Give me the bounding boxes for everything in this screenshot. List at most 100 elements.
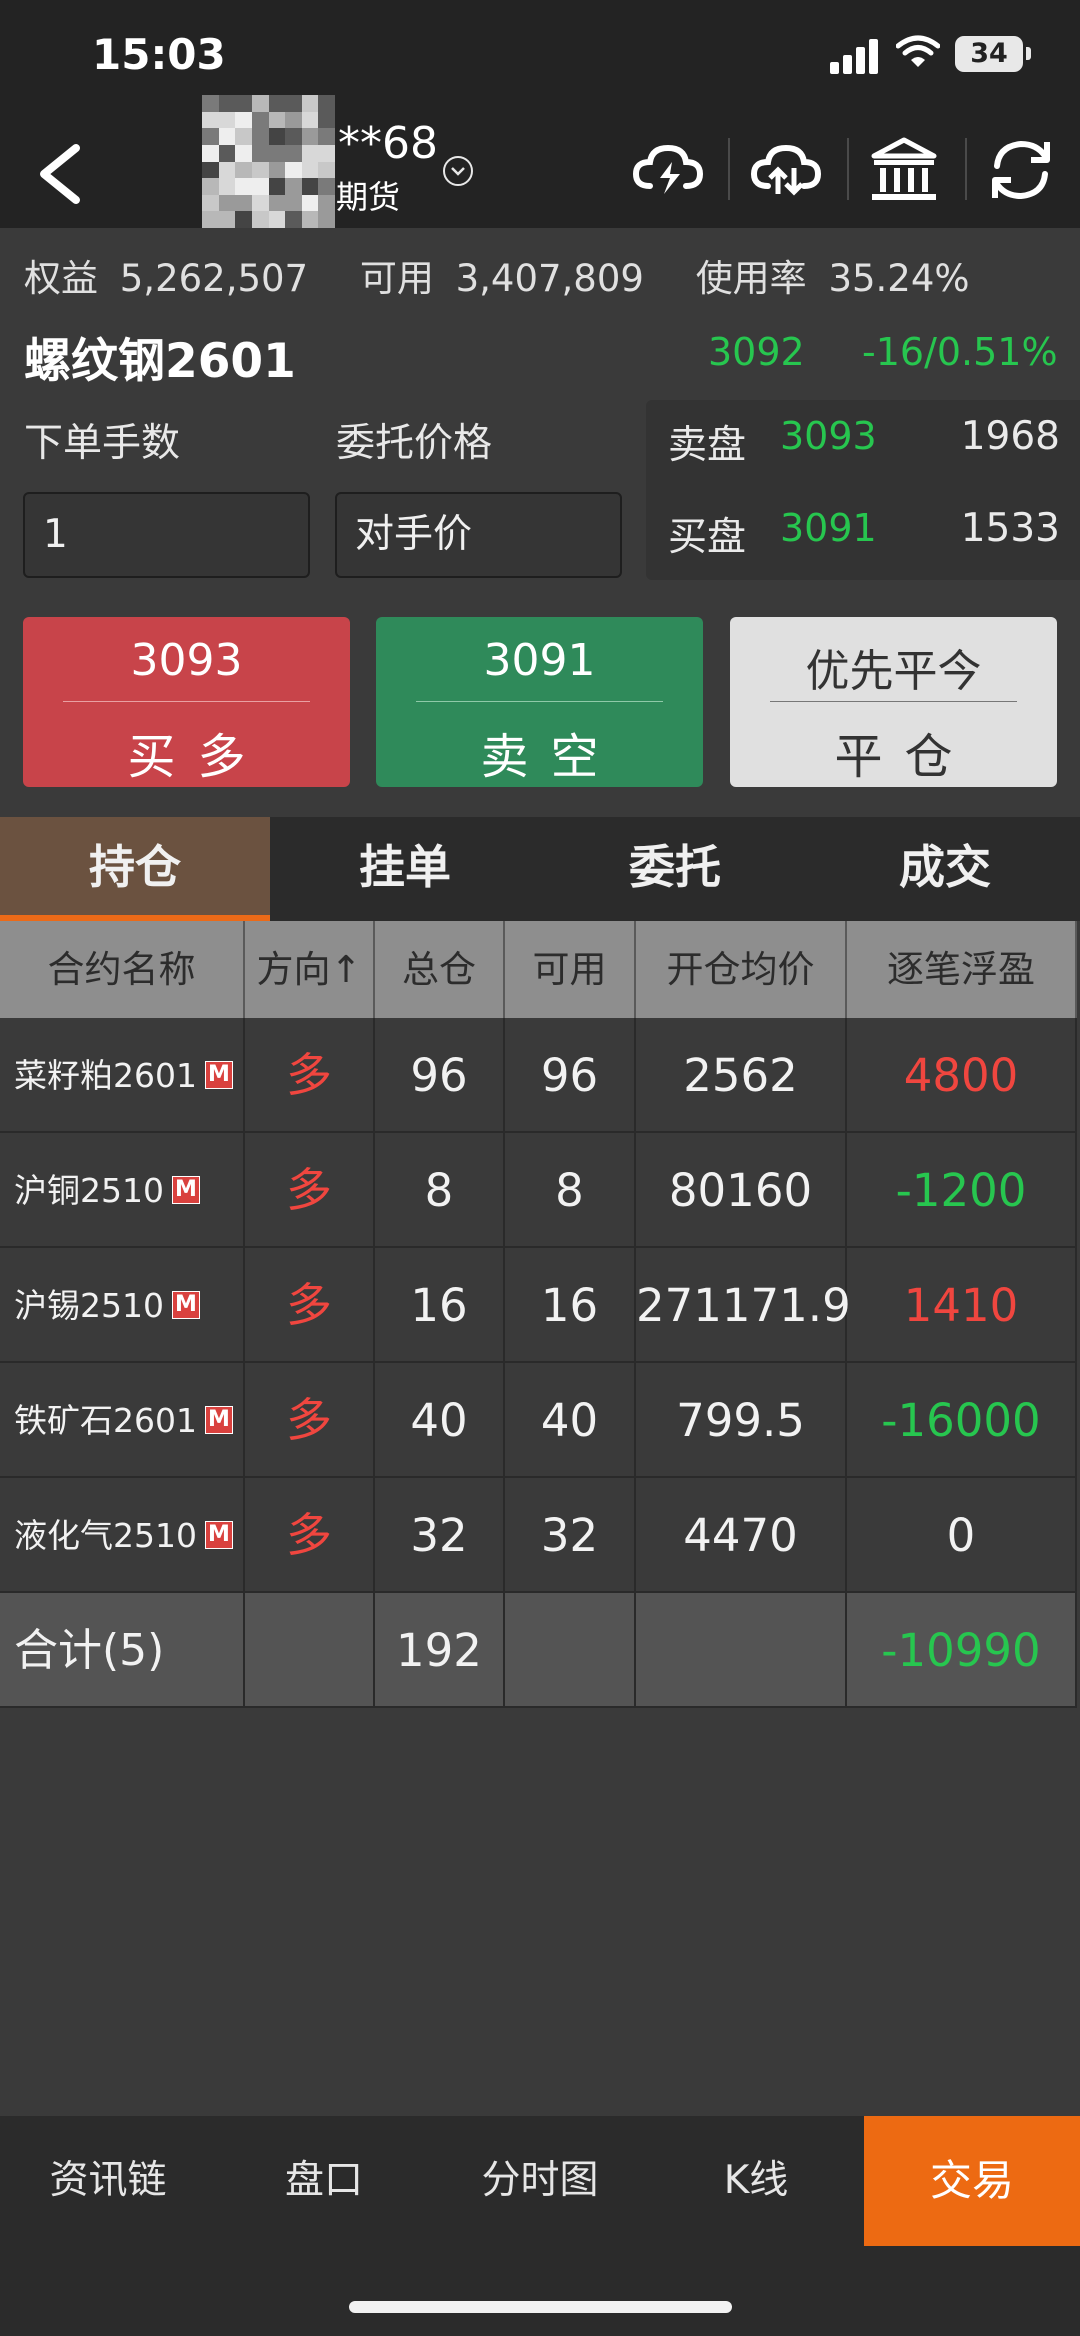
contract-name[interactable]: 螺纹钢2601 [24, 322, 296, 391]
back-arrow-icon[interactable] [34, 142, 84, 206]
available-label: 可用 [359, 257, 434, 300]
cloud-lightning-icon[interactable] [630, 132, 706, 208]
sell-price: 3091 [483, 635, 596, 686]
total-quantity: 192 [375, 1593, 505, 1708]
avg-price-cell: 80160 [636, 1133, 847, 1248]
avg-price-cell-value: 271171.9 [636, 1279, 851, 1332]
sell-short-button[interactable]: 3091 卖空 [376, 617, 703, 787]
qty-input[interactable]: 1 [23, 492, 310, 578]
bid-label: 买盘 [668, 515, 747, 560]
bid-price[interactable]: 3091 [780, 506, 877, 550]
price-change: -16/0.51% [862, 330, 1058, 374]
available-cell-value: 16 [540, 1279, 599, 1332]
pnl-cell-value: -1200 [895, 1164, 1027, 1217]
direction-cell-value: 多 [286, 1393, 332, 1447]
header-avg-price: 开仓均价 [636, 921, 847, 1018]
available-value: 3,407,809 [455, 257, 644, 300]
available-cell: 16 [505, 1248, 636, 1363]
tab-orders[interactable]: 委托 [540, 817, 810, 921]
nav-quote[interactable]: 盘口 [216, 2116, 432, 2246]
tab-positions[interactable]: 持仓 [0, 817, 270, 921]
avg-price-cell-value: 4470 [683, 1509, 798, 1562]
header-direction[interactable]: 方向↑ [245, 921, 375, 1018]
direction-cell: 多 [245, 1248, 375, 1363]
table-row[interactable]: 菜籽粕2601 M 多 96 96 2562 4800 [0, 1018, 1080, 1133]
avatar[interactable] [202, 95, 335, 228]
cellular-signal-icon [830, 38, 880, 74]
ask-label: 卖盘 [668, 423, 747, 468]
equity-label: 权益 [24, 257, 98, 300]
chevron-down-icon[interactable] [443, 156, 473, 186]
pnl-cell: -1200 [847, 1133, 1077, 1248]
tab-trades[interactable]: 成交 [810, 817, 1080, 921]
total-cell: 40 [375, 1363, 505, 1478]
direction-cell-value: 多 [286, 1048, 332, 1102]
avg-price-cell-value: 799.5 [676, 1394, 805, 1447]
nav-trade[interactable]: 交易 [864, 2116, 1080, 2246]
account-summary: 权益 5,262,507 可用 3,407,809 使用率 35.24% [24, 248, 970, 302]
nav-news[interactable]: 资讯链 [0, 2116, 216, 2246]
usage-value: 35.24% [828, 257, 970, 300]
status-time: 15:03 [92, 30, 226, 79]
direction-cell-value: 多 [286, 1163, 332, 1217]
table-row[interactable]: 液化气2510 M 多 32 32 4470 0 [0, 1478, 1080, 1593]
header-contract: 合约名称 [0, 921, 245, 1018]
divider [847, 138, 849, 200]
available-cell: 32 [505, 1478, 636, 1593]
contract-name: 沪铜2510 [14, 1171, 164, 1210]
bid-volume: 1533 [960, 506, 1060, 551]
table-row[interactable]: 沪铜2510 M 多 8 8 80160 -1200 [0, 1133, 1080, 1248]
tab-pending[interactable]: 挂单 [270, 817, 540, 921]
total-cell: 16 [375, 1248, 505, 1363]
direction-cell-value: 多 [286, 1508, 332, 1562]
available-cell: 8 [505, 1133, 636, 1248]
cloud-sync-icon[interactable] [748, 132, 824, 208]
avg-price-cell-value: 2562 [683, 1049, 798, 1102]
battery-level: 34 [955, 36, 1023, 72]
buy-long-button[interactable]: 3093 买多 [23, 617, 350, 787]
contract-name: 液化气2510 [14, 1516, 197, 1555]
market-tag-badge: M [171, 1290, 200, 1319]
table-row[interactable]: 铁矿石2601 M 多 40 40 799.5 -16000 [0, 1363, 1080, 1478]
home-indicator [349, 2301, 732, 2313]
tab-bar: 持仓 挂单 委托 成交 [0, 817, 1080, 921]
pnl-cell-value: -16000 [881, 1394, 1041, 1447]
avg-price-cell: 2562 [636, 1018, 847, 1133]
available-cell: 40 [505, 1363, 636, 1478]
wifi-icon [896, 35, 940, 67]
pnl-cell: 1410 [847, 1248, 1077, 1363]
total-label: 合计(5) [0, 1593, 245, 1708]
nav-kline[interactable]: K线 [648, 2116, 864, 2246]
pnl-cell-value: 1410 [903, 1279, 1019, 1332]
table-row[interactable]: 沪锡2510 M 多 16 16 271171.9 1410 [0, 1248, 1080, 1363]
total-cell: 96 [375, 1018, 505, 1133]
refresh-icon[interactable] [983, 132, 1059, 208]
market-tag-badge: M [204, 1520, 233, 1549]
divider [416, 701, 663, 702]
nav-timeshare[interactable]: 分时图 [432, 2116, 648, 2246]
last-price: 3092 [708, 330, 805, 374]
total-cell-value: 16 [410, 1279, 468, 1332]
battery-icon [1026, 47, 1031, 60]
account-type: 期货 [336, 178, 401, 216]
price-select[interactable]: 对手价 [335, 492, 622, 578]
header-floating-pnl: 逐笔浮盈 [847, 921, 1077, 1018]
account-name[interactable]: **68 [338, 118, 438, 169]
total-available [505, 1593, 636, 1708]
total-cell-value: 8 [424, 1164, 454, 1217]
usage-label: 使用率 [695, 257, 807, 300]
market-tag-badge: M [171, 1175, 200, 1204]
close-position-button[interactable]: 优先平今 平仓 [730, 617, 1057, 787]
bank-icon[interactable] [866, 132, 942, 208]
equity-value: 5,262,507 [119, 257, 309, 300]
qty-label: 下单手数 [24, 421, 181, 466]
total-direction [245, 1593, 375, 1708]
ask-price[interactable]: 3093 [780, 414, 877, 458]
direction-cell: 多 [245, 1478, 375, 1593]
available-cell-value: 8 [555, 1164, 584, 1217]
header-available: 可用 [505, 921, 636, 1018]
contract-cell: 菜籽粕2601 M [0, 1018, 245, 1133]
total-cell: 32 [375, 1478, 505, 1593]
divider [728, 138, 730, 200]
contract-name: 铁矿石2601 [14, 1401, 197, 1440]
